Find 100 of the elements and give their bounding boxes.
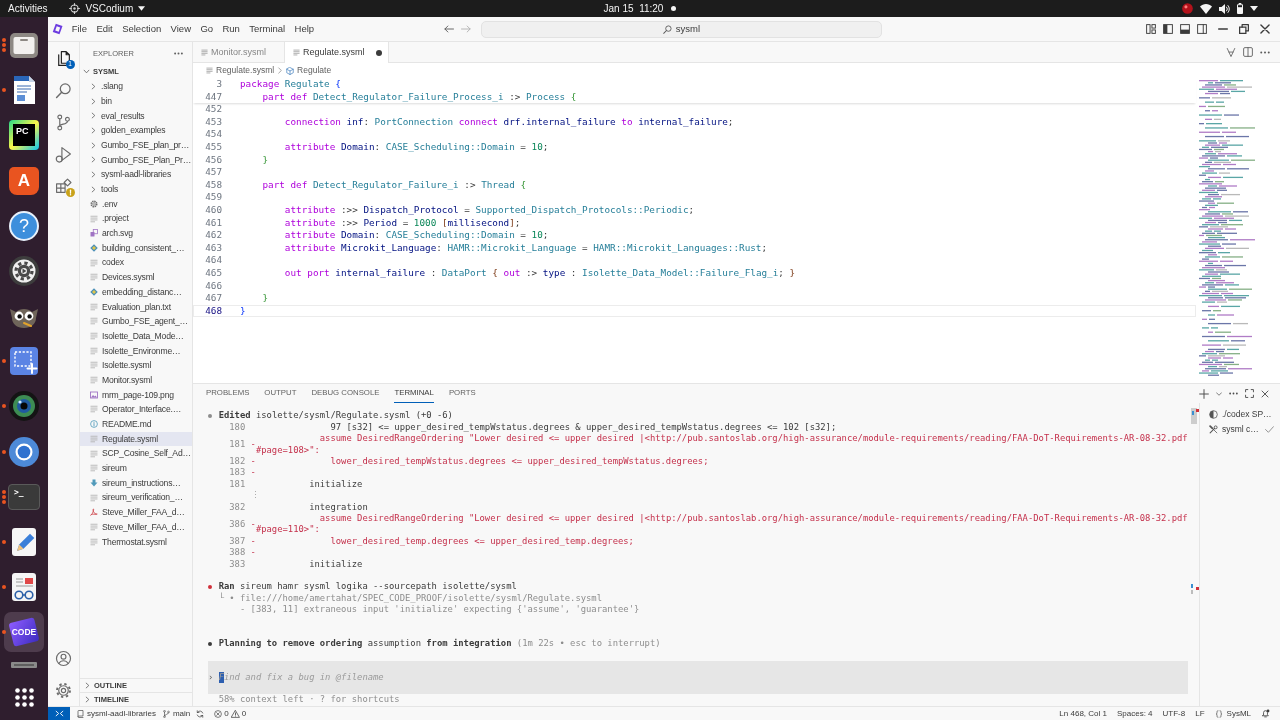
file-tree-item[interactable]: Isolette_Data_Mode… [80, 328, 192, 344]
folder-tree-item[interactable]: sysml-aadl-libraries [80, 167, 192, 182]
file-tree-item[interactable]: sireum [80, 460, 192, 476]
file-tree-item[interactable]: mrm_page-109.png [80, 387, 192, 403]
encoding-setting[interactable]: UTF-8 [1162, 708, 1186, 719]
remote-button[interactable] [48, 707, 70, 720]
dock-app-button[interactable]: CODE [4, 612, 44, 653]
indicator-ball-icon[interactable] [1182, 3, 1193, 14]
error-icon[interactable] [214, 709, 223, 718]
volume-icon[interactable] [1219, 3, 1230, 14]
file-tree-item[interactable]: sireum_instructions… [80, 475, 192, 491]
folder-tree-item[interactable]: .slang [80, 79, 192, 94]
more-icon[interactable] [1260, 50, 1270, 54]
file-icon [90, 449, 98, 458]
explorer-icon[interactable] [55, 49, 72, 67]
language-mode-button[interactable]: SysML [1214, 708, 1251, 719]
file-tree-item[interactable]: sireum_verification_… [80, 490, 192, 505]
layout-icon[interactable] [1146, 24, 1156, 34]
file-tree-item[interactable]: .project [80, 211, 192, 226]
source-control-icon[interactable] [55, 113, 72, 131]
menu-item[interactable]: Go [195, 23, 218, 35]
file-tree-item[interactable]: building_consistent_… [80, 240, 192, 256]
back-arrow-icon[interactable] [443, 23, 455, 35]
folder-tree-item[interactable]: eval_results [80, 108, 192, 124]
editor-tab[interactable]: Regulate.sysml [285, 42, 389, 63]
battery-icon[interactable] [1237, 3, 1243, 14]
maximize-icon[interactable] [1245, 389, 1254, 398]
sync-icon[interactable] [196, 709, 205, 718]
file-tree-item[interactable]: README.md [80, 416, 192, 432]
app-menu-button[interactable]: VSCodium [69, 2, 146, 15]
warning-icon[interactable] [230, 709, 240, 718]
breadcrumb-item[interactable]: Regulate [286, 65, 332, 76]
wifi-icon[interactable] [1200, 3, 1212, 14]
folder-tree-item[interactable]: Gumbo_FSE_plan_pr… [80, 137, 192, 153]
file-tree-item[interactable]: Gumbo_FSE_agent_… [80, 314, 192, 329]
more-icon[interactable] [1229, 392, 1238, 395]
caret-down-icon[interactable] [1250, 6, 1258, 11]
menu-item[interactable]: File [67, 23, 92, 35]
menu-item[interactable]: Help [289, 23, 319, 35]
file-tree-item[interactable]: Devices.sysml [80, 269, 192, 285]
chevron-down-icon[interactable] [1216, 391, 1222, 396]
file-tree-item[interactable]: codex [80, 255, 192, 270]
restore-icon[interactable] [1239, 24, 1249, 34]
folder-tree-item[interactable]: tools [80, 181, 192, 197]
menu-item[interactable]: Selection [117, 23, 166, 35]
gear-icon[interactable] [55, 681, 72, 699]
line-number: 455 [204, 140, 222, 154]
sidebar-right-icon[interactable] [1197, 24, 1207, 34]
file-tree-item[interactable]: Isolette_Environme… [80, 343, 192, 359]
plus-icon[interactable] [1199, 388, 1209, 399]
error-count[interactable]: 0 [224, 708, 229, 719]
close-icon[interactable] [1260, 24, 1270, 34]
file-tree-item[interactable]: Steve_Miller_FAA_d… [80, 504, 192, 520]
file-tree-item[interactable]: Monitor.sysml [80, 372, 192, 388]
indentation-setting[interactable]: Spaces: 4 [1116, 708, 1153, 719]
file-tree-item[interactable]: Evaluation_plan.txt [80, 299, 192, 314]
file-tree-item[interactable]: Steve_Miller_FAA_d… [80, 519, 192, 535]
panel-bottom-icon[interactable] [1180, 24, 1190, 34]
folder-tree-item[interactable]: Gumbo_FSE_Plan_Pr… [80, 152, 192, 168]
file-tree-item[interactable]: SCP_Cosine_Self_Ad… [80, 446, 192, 461]
menu-item[interactable]: Terminal [244, 23, 290, 35]
line-ending-setting[interactable]: LF [1195, 708, 1205, 719]
code-line: } [240, 304, 246, 318]
file-tree-item[interactable]: Thermostat.sysml [80, 534, 192, 549]
app-logo-icon[interactable] [52, 23, 64, 35]
folder-tree-item[interactable]: bin [80, 93, 192, 109]
account-icon[interactable] [55, 649, 72, 667]
terminal-session-item[interactable]: ./codex SP… [1200, 406, 1280, 422]
more-icon[interactable] [174, 51, 183, 55]
sidebar-left-icon[interactable] [1163, 24, 1173, 34]
menu-item[interactable]: Edit [91, 23, 118, 35]
file-tree-item[interactable]: Regulate.sysml [80, 431, 192, 447]
command-center-button[interactable]: sysml [481, 20, 882, 38]
search-icon[interactable] [55, 81, 72, 99]
branch-button[interactable]: main [162, 708, 191, 719]
file-tree-item[interactable]: Isolette.sysml [80, 358, 192, 373]
cursor-position[interactable]: Ln 468, Col 1 [1059, 708, 1107, 719]
menu-item[interactable]: View [165, 23, 196, 35]
file-icon [90, 361, 98, 370]
split-editor-icon[interactable] [1243, 47, 1253, 57]
run-debug-icon[interactable] [55, 145, 72, 163]
clock-text[interactable]: Jan 15 11:20 [603, 2, 664, 15]
warning-count[interactable]: 0 [241, 708, 247, 719]
file-tree-item[interactable]: Operator_Interface.… [80, 402, 192, 417]
activities-button[interactable]: Activities [8, 2, 48, 15]
file-tree-item[interactable]: .env [80, 196, 192, 212]
close-icon[interactable] [1261, 389, 1269, 398]
folder-tree-item[interactable]: golden_examples [80, 123, 192, 138]
bell-dot-icon[interactable] [1261, 709, 1270, 718]
terminal-session-item[interactable]: sysml c… [1200, 421, 1280, 437]
extensions-icon[interactable] [55, 177, 72, 195]
forall-icon[interactable] [1226, 46, 1236, 58]
menu-item[interactable]: Run [217, 23, 245, 35]
camera-lens-app-icon [8, 390, 40, 423]
repo-button[interactable]: sysml-aadl-libraries [77, 708, 156, 719]
file-tree-item[interactable]: arch.svg [80, 225, 192, 241]
app-grid-icon[interactable] [14, 688, 34, 708]
file-tree-item[interactable]: embedding_distanc… [80, 284, 192, 300]
image-file-icon [90, 390, 98, 399]
breadcrumb-item[interactable]: Regulate.sysml [206, 65, 275, 76]
